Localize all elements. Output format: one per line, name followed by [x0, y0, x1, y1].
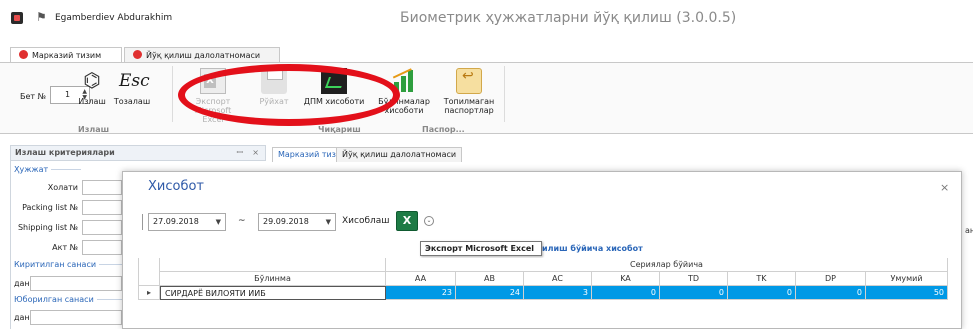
- page-label: Бет №: [20, 92, 46, 101]
- shield-icon: [133, 50, 142, 59]
- grid-header-division[interactable]: Бўлинма: [160, 272, 386, 286]
- row-indicator-icon[interactable]: ▸: [138, 286, 160, 300]
- esc-icon: Esc: [119, 71, 150, 91]
- table-cell-ka[interactable]: 0: [592, 286, 660, 300]
- clear-button[interactable]: Esc Тозалаш: [112, 68, 152, 106]
- pin-icon[interactable]: ꟷ: [236, 146, 243, 160]
- date-to-value: 29.09.2018: [263, 217, 309, 226]
- partial-label: ан: [965, 226, 973, 235]
- ribbon-tab-destruction-act[interactable]: Йўқ қилиш далолатномаси: [124, 47, 280, 63]
- ribbon-tab-main[interactable]: Марказий тизим: [10, 47, 122, 63]
- date-from-value: 27.09.2018: [153, 217, 199, 226]
- ribbon-separator: [504, 66, 505, 122]
- date-range-separator: ~: [238, 216, 246, 226]
- app-title: Биометрик ҳужжатларни йўқ қилиш (3.0.0.5…: [400, 10, 737, 26]
- grid-header-aa[interactable]: AA: [386, 272, 456, 286]
- grid-header-ka[interactable]: KA: [592, 272, 660, 286]
- export-excel-icon[interactable]: X: [396, 211, 418, 231]
- sent-from-field[interactable]: [30, 310, 122, 325]
- date-to-picker[interactable]: 29.09.2018 ▼: [258, 213, 336, 231]
- page-number-value: 1: [65, 90, 71, 99]
- shipping-list-label: Shipping list №: [17, 223, 78, 232]
- table-cell-dp[interactable]: 0: [796, 286, 866, 300]
- close-panel-icon[interactable]: ×: [252, 146, 259, 160]
- ribbon-separator: [172, 66, 173, 122]
- search-button-label: Излаш: [78, 97, 106, 106]
- packing-list-field[interactable]: [82, 200, 122, 215]
- chevron-down-icon[interactable]: ▼: [326, 214, 331, 230]
- home-icon: [19, 50, 28, 59]
- not-found-button-label: Топилмаган паспортлар: [443, 97, 495, 115]
- entered-from-field[interactable]: [30, 276, 122, 291]
- group-label-output: Чиқариш: [318, 125, 361, 134]
- not-found-passports-button[interactable]: Топилмаган паспортлар: [438, 68, 500, 115]
- grid-header-ab[interactable]: AB: [456, 272, 524, 286]
- sent-from-label: дан: [14, 313, 30, 322]
- section-sent-date: Юборилган санаси: [14, 295, 127, 304]
- table-cell-td[interactable]: 0: [660, 286, 728, 300]
- status-label: Холати: [47, 183, 78, 192]
- grid-header-dp[interactable]: DP: [796, 272, 866, 286]
- app-icon[interactable]: [11, 12, 23, 24]
- user-icon: ⚑: [36, 10, 47, 24]
- dialog-close-icon[interactable]: ×: [940, 181, 949, 194]
- table-cell-aa[interactable]: 23: [386, 286, 456, 300]
- table-cell-total[interactable]: 50: [866, 286, 948, 300]
- report-grid: Сериялар бўйича Бўлинма AA AB AC KA TD T…: [138, 258, 948, 308]
- export-tooltip: Экспорт Microsoft Excel: [420, 241, 542, 256]
- table-cell-ac[interactable]: 3: [524, 286, 592, 300]
- grid-corner: [138, 258, 160, 286]
- date-from-picker[interactable]: 27.09.2018 ▼: [148, 213, 226, 231]
- clear-button-label: Тозалаш: [113, 97, 151, 106]
- grid-header-ac[interactable]: AC: [524, 272, 592, 286]
- highlight-annotation: [178, 64, 400, 126]
- group-label-search: Излаш: [78, 125, 110, 134]
- act-number-field[interactable]: [82, 240, 122, 255]
- title-bar: ⚑ Egamberdiev Abdurakhim Биометрик ҳужжа…: [0, 0, 973, 40]
- section-entered-date: Киритилган санаси: [14, 260, 129, 269]
- table-cell-ab[interactable]: 24: [456, 286, 524, 300]
- calculate-label: Хисоблаш: [342, 216, 390, 226]
- binoculars-icon: ⌬: [83, 68, 101, 92]
- expand-icon[interactable]: ⌄: [424, 216, 434, 226]
- dialog-title: Хисобот: [148, 179, 204, 194]
- ribbon-tab-main-label: Марказий тизим: [32, 51, 102, 60]
- grid-header-total[interactable]: Умумий: [866, 272, 948, 286]
- report-title: илиш бўйича хисобот: [542, 244, 643, 253]
- group-label-passport: Паспор...: [422, 125, 465, 134]
- return-icon: [456, 68, 482, 94]
- section-document: Ҳужжат: [14, 165, 81, 174]
- grid-header-td[interactable]: TD: [660, 272, 728, 286]
- packing-list-label: Packing list №: [22, 203, 78, 212]
- entered-from-label: дан: [14, 279, 30, 288]
- grid-group-header: Сериялар бўйича: [386, 258, 948, 272]
- search-criteria-title: Излаш критериялари: [15, 148, 115, 157]
- ribbon-tab-destruction-label: Йўқ қилиш далолатномаси: [146, 51, 261, 60]
- toolbar-grip: [142, 214, 143, 230]
- chevron-down-icon[interactable]: ▼: [216, 214, 221, 230]
- status-field[interactable]: [82, 180, 122, 195]
- search-button[interactable]: ⌬ Излаш: [74, 68, 110, 106]
- shipping-list-field[interactable]: [82, 220, 122, 235]
- user-name: Egamberdiev Abdurakhim: [55, 13, 173, 23]
- act-number-label: Акт №: [52, 243, 78, 252]
- search-criteria-header: Излаш критериялари ꟷ ×: [10, 145, 266, 161]
- table-row-division[interactable]: СИРДАРЁ ВИЛОЯТИ ИИБ: [160, 286, 386, 300]
- doc-tab-destruction-act[interactable]: Йўқ қилиш далолатномаси: [336, 147, 463, 162]
- grid-header-spacer: [160, 258, 386, 272]
- table-cell-tk[interactable]: 0: [728, 286, 796, 300]
- grid-header-tk[interactable]: TK: [728, 272, 796, 286]
